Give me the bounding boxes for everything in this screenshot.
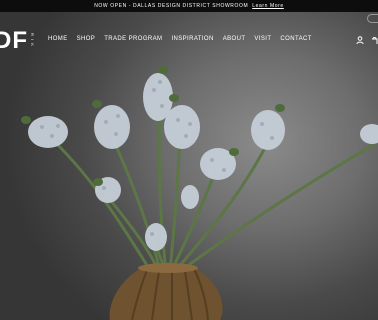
nav-item-shop[interactable]: SHOP bbox=[77, 36, 96, 42]
nav-item-trade-program[interactable]: TRADE PROGRAM bbox=[104, 36, 162, 42]
nav-item-inspiration[interactable]: INSPIRATION bbox=[171, 36, 213, 42]
search-toggle-icon[interactable] bbox=[367, 14, 378, 23]
header-icons bbox=[356, 36, 378, 44]
brand-logo[interactable]: DF R I K bbox=[0, 27, 35, 54]
announcement-text: NOW OPEN - DALLAS DESIGN DISTRICT SHOWRO… bbox=[94, 3, 249, 9]
logo-mark: DF bbox=[0, 27, 28, 54]
hero-flowers-illustration bbox=[21, 66, 378, 320]
nav-item-about[interactable]: ABOUT bbox=[223, 36, 246, 42]
main-navigation: HOME SHOP TRADE PROGRAM INSPIRATION ABOU… bbox=[48, 36, 312, 42]
learn-more-link[interactable]: Learn More bbox=[252, 3, 284, 9]
nav-item-home[interactable]: HOME bbox=[48, 36, 68, 42]
logo-small-text: R I K bbox=[30, 33, 35, 47]
user-icon[interactable] bbox=[356, 36, 364, 44]
cart-icon[interactable] bbox=[371, 36, 378, 44]
announcement-bar: NOW OPEN - DALLAS DESIGN DISTRICT SHOWRO… bbox=[0, 0, 378, 12]
nav-item-visit[interactable]: VISIT bbox=[254, 36, 271, 42]
nav-item-contact[interactable]: CONTACT bbox=[280, 36, 311, 42]
